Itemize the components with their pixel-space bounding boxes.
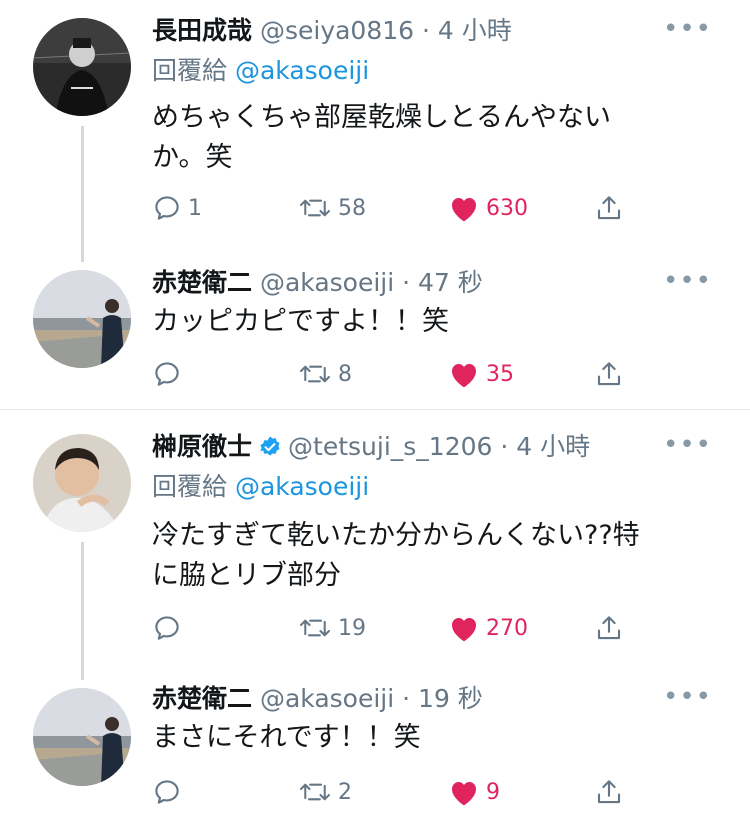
thread-line: [81, 126, 84, 262]
share-button[interactable]: [594, 772, 624, 812]
timestamp[interactable]: 47 秒: [418, 268, 483, 297]
tweet[interactable]: 赤楚衛二 @akasoeiji · 47 秒 ••• カッピカピですよ！！笑 8…: [0, 262, 750, 408]
display-name[interactable]: 榊原徹士: [152, 432, 252, 461]
separator-dot: ·: [500, 432, 509, 461]
tweet-actions: 1 58 630: [152, 188, 632, 228]
retweet-icon: [298, 359, 332, 389]
tweet-text-line: まさにそれです！！笑: [152, 722, 421, 753]
replying-to: 回覆給 @akasoeiji: [152, 54, 369, 88]
replying-to: 回覆給 @akasoeiji: [152, 470, 369, 504]
share-button[interactable]: [594, 608, 624, 648]
tweet-text-line: に脇とリブ部分: [152, 560, 341, 591]
reply-count: 1: [188, 195, 202, 221]
mention-link[interactable]: @akasoeiji: [235, 56, 369, 85]
separator-dot: ·: [422, 16, 430, 45]
heart-icon: [448, 359, 480, 389]
tweet[interactable]: 長田成哉 @seiya0816 · 4 小時 ••• 回覆給 @akasoeij…: [0, 0, 750, 262]
retweet-icon: [298, 193, 332, 223]
avatar[interactable]: [33, 270, 131, 368]
like-button[interactable]: 9: [448, 772, 500, 812]
like-button[interactable]: 270: [448, 608, 528, 648]
reply-button[interactable]: [152, 772, 188, 812]
tweet-text-line: か。笑: [152, 142, 233, 173]
thread-line: [81, 542, 84, 680]
like-count: 9: [486, 779, 500, 805]
like-count: 35: [486, 361, 514, 387]
share-icon: [594, 359, 624, 389]
tweet-header: 長田成哉 @seiya0816 · 4 小時: [152, 14, 512, 48]
tweet-text-line: めちゃくちゃ部屋乾燥しとるんやない: [152, 102, 611, 133]
tweet-actions: 19 270: [152, 608, 632, 648]
like-count: 270: [486, 615, 528, 641]
reply-button[interactable]: [152, 354, 188, 394]
retweet-button[interactable]: 19: [298, 608, 366, 648]
heart-icon: [448, 193, 480, 223]
user-handle[interactable]: @akasoeiji: [260, 268, 394, 297]
more-icon[interactable]: •••: [663, 268, 712, 294]
tweet-text-line: 冷たすぎて乾いたか分からんくない??特: [152, 520, 640, 551]
like-button[interactable]: 35: [448, 354, 514, 394]
reply-icon: [152, 193, 182, 223]
tweet-header: 榊原徹士 @tetsuji_s_1206 · 4 小時: [152, 430, 590, 464]
reply-button[interactable]: 1: [152, 188, 202, 228]
display-name[interactable]: 赤楚衛二: [152, 684, 252, 713]
more-icon[interactable]: •••: [663, 432, 712, 458]
tweet-text: カッピカピですよ！！笑: [152, 302, 712, 342]
avatar[interactable]: [33, 18, 131, 116]
retweet-button[interactable]: 58: [298, 188, 366, 228]
heart-icon: [448, 777, 480, 807]
retweet-count: 2: [338, 779, 352, 805]
tweet-actions: 8 35: [152, 354, 632, 394]
like-count: 630: [486, 195, 528, 221]
tweet-text-line: カッピカピですよ！！笑: [152, 306, 449, 337]
more-icon[interactable]: •••: [663, 16, 712, 42]
share-button[interactable]: [594, 188, 624, 228]
share-icon: [594, 613, 624, 643]
tweet-text: 冷たすぎて乾いたか分からんくない??特 に脇とリブ部分: [152, 516, 712, 596]
avatar[interactable]: [33, 688, 131, 786]
retweet-count: 58: [338, 195, 366, 221]
display-name[interactable]: 赤楚衛二: [152, 268, 252, 297]
display-name[interactable]: 長田成哉: [152, 16, 252, 45]
reply-button[interactable]: [152, 608, 188, 648]
share-icon: [594, 777, 624, 807]
retweet-icon: [298, 613, 332, 643]
tweet-actions: 2 9: [152, 772, 632, 812]
tweet[interactable]: 赤楚衛二 @akasoeiji · 19 秒 ••• まさにそれです！！笑 2 …: [0, 680, 750, 822]
separator-dot: ·: [402, 684, 411, 713]
timestamp[interactable]: 4 小時: [516, 432, 590, 461]
verified-badge-icon: [258, 434, 282, 468]
heart-icon: [448, 613, 480, 643]
reply-icon: [152, 613, 182, 643]
user-handle[interactable]: @tetsuji_s_1206: [288, 432, 492, 461]
replying-to-label: 回覆給: [152, 472, 228, 501]
timestamp[interactable]: 19 秒: [418, 684, 483, 713]
tweet-header: 赤楚衛二 @akasoeiji · 19 秒: [152, 682, 483, 716]
separator-dot: ·: [402, 268, 411, 297]
tweet-text: まさにそれです！！笑: [152, 718, 712, 758]
retweet-button[interactable]: 2: [298, 772, 352, 812]
tweet-text: めちゃくちゃ部屋乾燥しとるんやない か。笑: [152, 98, 712, 178]
retweet-button[interactable]: 8: [298, 354, 352, 394]
mention-link[interactable]: @akasoeiji: [235, 472, 369, 501]
reply-icon: [152, 777, 182, 807]
share-icon: [594, 193, 624, 223]
tweet-header: 赤楚衛二 @akasoeiji · 47 秒: [152, 266, 483, 300]
reply-icon: [152, 359, 182, 389]
like-button[interactable]: 630: [448, 188, 528, 228]
retweet-count: 19: [338, 615, 366, 641]
retweet-count: 8: [338, 361, 352, 387]
user-handle[interactable]: @akasoeiji: [260, 684, 394, 713]
retweet-icon: [298, 777, 332, 807]
user-handle[interactable]: @seiya0816: [260, 16, 414, 45]
more-icon[interactable]: •••: [663, 684, 712, 710]
replying-to-label: 回覆給: [152, 56, 228, 85]
avatar[interactable]: [33, 434, 131, 532]
share-button[interactable]: [594, 354, 624, 394]
tweet[interactable]: 榊原徹士 @tetsuji_s_1206 · 4 小時 ••• 回覆給 @akas…: [0, 410, 750, 680]
timestamp[interactable]: 4 小時: [438, 16, 512, 45]
